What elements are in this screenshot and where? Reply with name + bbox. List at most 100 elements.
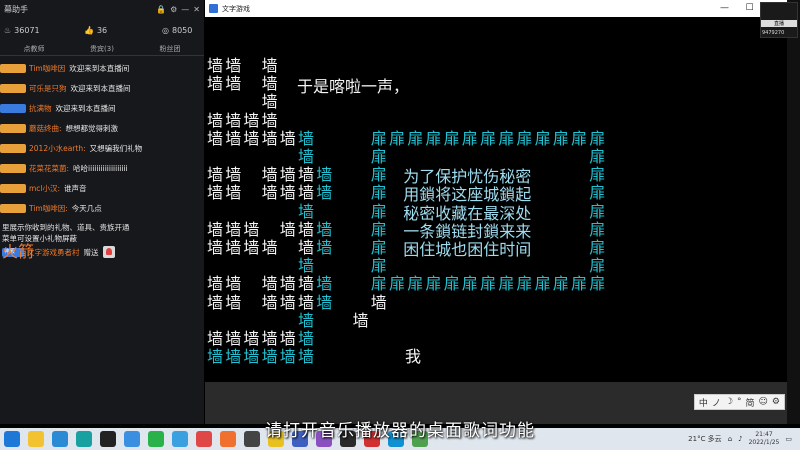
- door-tile: 扉: [370, 183, 387, 203]
- wall-tile: 墙: [279, 219, 296, 239]
- door-tile: 扉: [571, 274, 588, 294]
- wall-tile: 墙: [243, 329, 260, 348]
- door-tile: 扉: [589, 274, 606, 294]
- wall-tile: 墙: [261, 165, 278, 185]
- wall-tile: 墙: [298, 165, 315, 185]
- chat-text: 想想都觉得刺激: [65, 123, 119, 133]
- wall-tile-cyan: 墙: [298, 347, 315, 367]
- inscription-line: 为了保护忧伤秘密: [403, 167, 532, 187]
- chat-message: 可乐是只狗 欢迎来到本直播间: [0, 78, 204, 98]
- chat-username[interactable]: 蘑菇终曲:: [29, 123, 62, 134]
- chat-username[interactable]: Tim咖啡因: [29, 63, 65, 74]
- door-tile: 扉: [589, 165, 606, 185]
- chat-text: 欢迎来到本直播间: [55, 103, 116, 113]
- fire-icon: ♨: [4, 25, 12, 35]
- wall-tile-cyan: 墙: [298, 128, 315, 148]
- game-window: 文字游戏 — ☐ ✕ 墙墙墙墙墙墙墙墙墙墙墙墙墙墙墙墙墙扉扉扉扉扉扉扉扉扉扉扉扉…: [205, 0, 787, 424]
- likes-count: 36: [96, 25, 108, 35]
- wall-tile: 墙: [261, 274, 278, 294]
- wall-tile: 墙: [261, 92, 278, 112]
- ime-mode[interactable]: 中: [699, 396, 708, 409]
- wall-tile-cyan: 墙: [243, 347, 260, 367]
- player-character: 我: [405, 347, 422, 367]
- user-badge: [0, 83, 26, 93]
- door-tile: 扉: [461, 128, 478, 148]
- ime-emoji-icon[interactable]: ☺: [759, 397, 768, 407]
- tab-teacher[interactable]: 点教师: [0, 42, 68, 55]
- ime-dot-icon[interactable]: °: [737, 397, 742, 407]
- door-tile: 扉: [589, 147, 606, 166]
- wall-tile-cyan: 墙: [298, 329, 315, 348]
- cam-thumbnail: 直播 9479270: [760, 2, 798, 38]
- door-tile: 扉: [571, 128, 588, 148]
- screen: 幕助手 🔒 ⚙ — ✕ ♨ 36071 👍 36 ◎ 8050 点教师 贵宾(3) 粉…: [0, 0, 800, 450]
- gift-row: 神殿 文字游戏勇者村 赠送 火箭: [0, 243, 204, 261]
- wall-tile: 墙: [243, 110, 260, 130]
- chat-text: 又想骗我们礼物: [89, 143, 143, 153]
- wall-tile: 墙: [207, 110, 224, 130]
- door-tile: 扉: [443, 128, 460, 148]
- door-tile: 扉: [425, 128, 442, 148]
- chat-message: 2012小水earth: 又想骗我们礼物: [0, 138, 204, 158]
- inscription-line: 一条鎖链封鎖来来: [403, 221, 532, 241]
- tab-vip[interactable]: 贵宾(3): [68, 42, 136, 55]
- right-strip: [787, 0, 800, 424]
- wall-tile: 墙: [261, 292, 278, 312]
- wall-tile: 墙: [225, 74, 242, 94]
- chat-username[interactable]: 可乐是只狗: [29, 83, 67, 94]
- maximize-button[interactable]: ☐: [737, 0, 762, 17]
- game-canvas[interactable]: 墙墙墙墙墙墙墙墙墙墙墙墙墙墙墙墙墙扉扉扉扉扉扉扉扉扉扉扉扉扉墙扉扉墙墙墙墙墙墙扉…: [205, 17, 787, 382]
- wall-tile: 墙: [279, 165, 296, 185]
- chat-username[interactable]: mcl小汉:: [29, 183, 60, 194]
- wall-tile: 墙: [225, 110, 242, 130]
- door-tile: 扉: [589, 183, 606, 203]
- close-icon[interactable]: ✕: [193, 5, 200, 14]
- chat-message: 花菜花菜菌: 哈哈iiiiiiiiiiiiiiiiiii: [0, 158, 204, 178]
- window-titlebar: 文字游戏 — ☐ ✕: [205, 0, 787, 17]
- ime-toolbar: 中 ノ ☽ ° 简 ☺ ⚙: [693, 394, 785, 410]
- stats-bar: ♨ 36071 👍 36 ◎ 8050: [0, 18, 204, 42]
- window-title: 文字游戏: [222, 4, 250, 13]
- gear-icon[interactable]: ⚙: [170, 5, 177, 14]
- gift-notice: 里展示你收到的礼物、道具、贵族开通 菜单可设置小礼物屏蔽: [0, 222, 204, 244]
- ime-simplified[interactable]: 简: [746, 396, 755, 409]
- door-tile: 扉: [480, 128, 497, 148]
- chat-username[interactable]: 抗满物: [29, 103, 52, 114]
- user-badge: [0, 183, 26, 193]
- door-tile: 扉: [589, 238, 606, 257]
- live-assistant-panel: 幕助手 🔒 ⚙ — ✕ ♨ 36071 👍 36 ◎ 8050 点教师 贵宾(3) 粉…: [0, 0, 204, 424]
- wall-tile: 墙: [298, 292, 315, 312]
- wall-tile: 墙: [243, 128, 260, 148]
- chat-text: 今天几点: [71, 203, 102, 213]
- wall-tile: 墙: [298, 274, 315, 294]
- tab-fans[interactable]: 粉丝团: [136, 42, 204, 55]
- door-tile: 扉: [370, 128, 387, 148]
- lock-icon[interactable]: 🔒: [156, 5, 166, 14]
- gift-verb: 赠送: [83, 247, 99, 257]
- chat-username[interactable]: Tim咖啡因:: [29, 203, 68, 214]
- door-tile: 扉: [425, 274, 442, 294]
- door-tile: 扉: [461, 274, 478, 294]
- gift-notice-line: 里展示你收到的礼物、道具、贵族开通: [2, 223, 130, 232]
- wall-tile: 墙: [207, 329, 224, 348]
- wall-tile: 墙: [225, 128, 242, 148]
- chat-username[interactable]: 2012小水earth:: [29, 143, 86, 154]
- thumb-icon: 👍: [84, 25, 94, 35]
- wall-tile-cyan: 墙: [316, 274, 333, 294]
- door-tile: 扉: [370, 201, 387, 221]
- chat-message: 蘑菇终曲: 想想都觉得刺激: [0, 118, 204, 138]
- ime-settings-icon[interactable]: ⚙: [772, 397, 780, 407]
- gift-user[interactable]: 文字游戏勇者村: [27, 247, 80, 258]
- inscription-line: 用鎖将这座城鎖起: [403, 185, 532, 205]
- wall-tile-cyan: 墙: [261, 347, 278, 367]
- wall-tile-cyan: 墙: [316, 238, 333, 257]
- ime-punct-icon[interactable]: ノ: [712, 396, 721, 409]
- minimize-icon[interactable]: —: [181, 5, 189, 14]
- door-tile: 扉: [589, 219, 606, 239]
- chat-username[interactable]: 花菜花菜菌:: [29, 163, 69, 174]
- wall-tile-cyan: 墙: [316, 292, 333, 312]
- wall-tile: 墙: [298, 183, 315, 203]
- minimize-button[interactable]: —: [712, 0, 737, 17]
- chat-list: Tim咖啡因 欢迎来到本直播间 可乐是只狗 欢迎来到本直播间 抗满物 欢迎来到本直播间 蘑菇…: [0, 56, 204, 218]
- ime-moon-icon[interactable]: ☽: [725, 397, 733, 407]
